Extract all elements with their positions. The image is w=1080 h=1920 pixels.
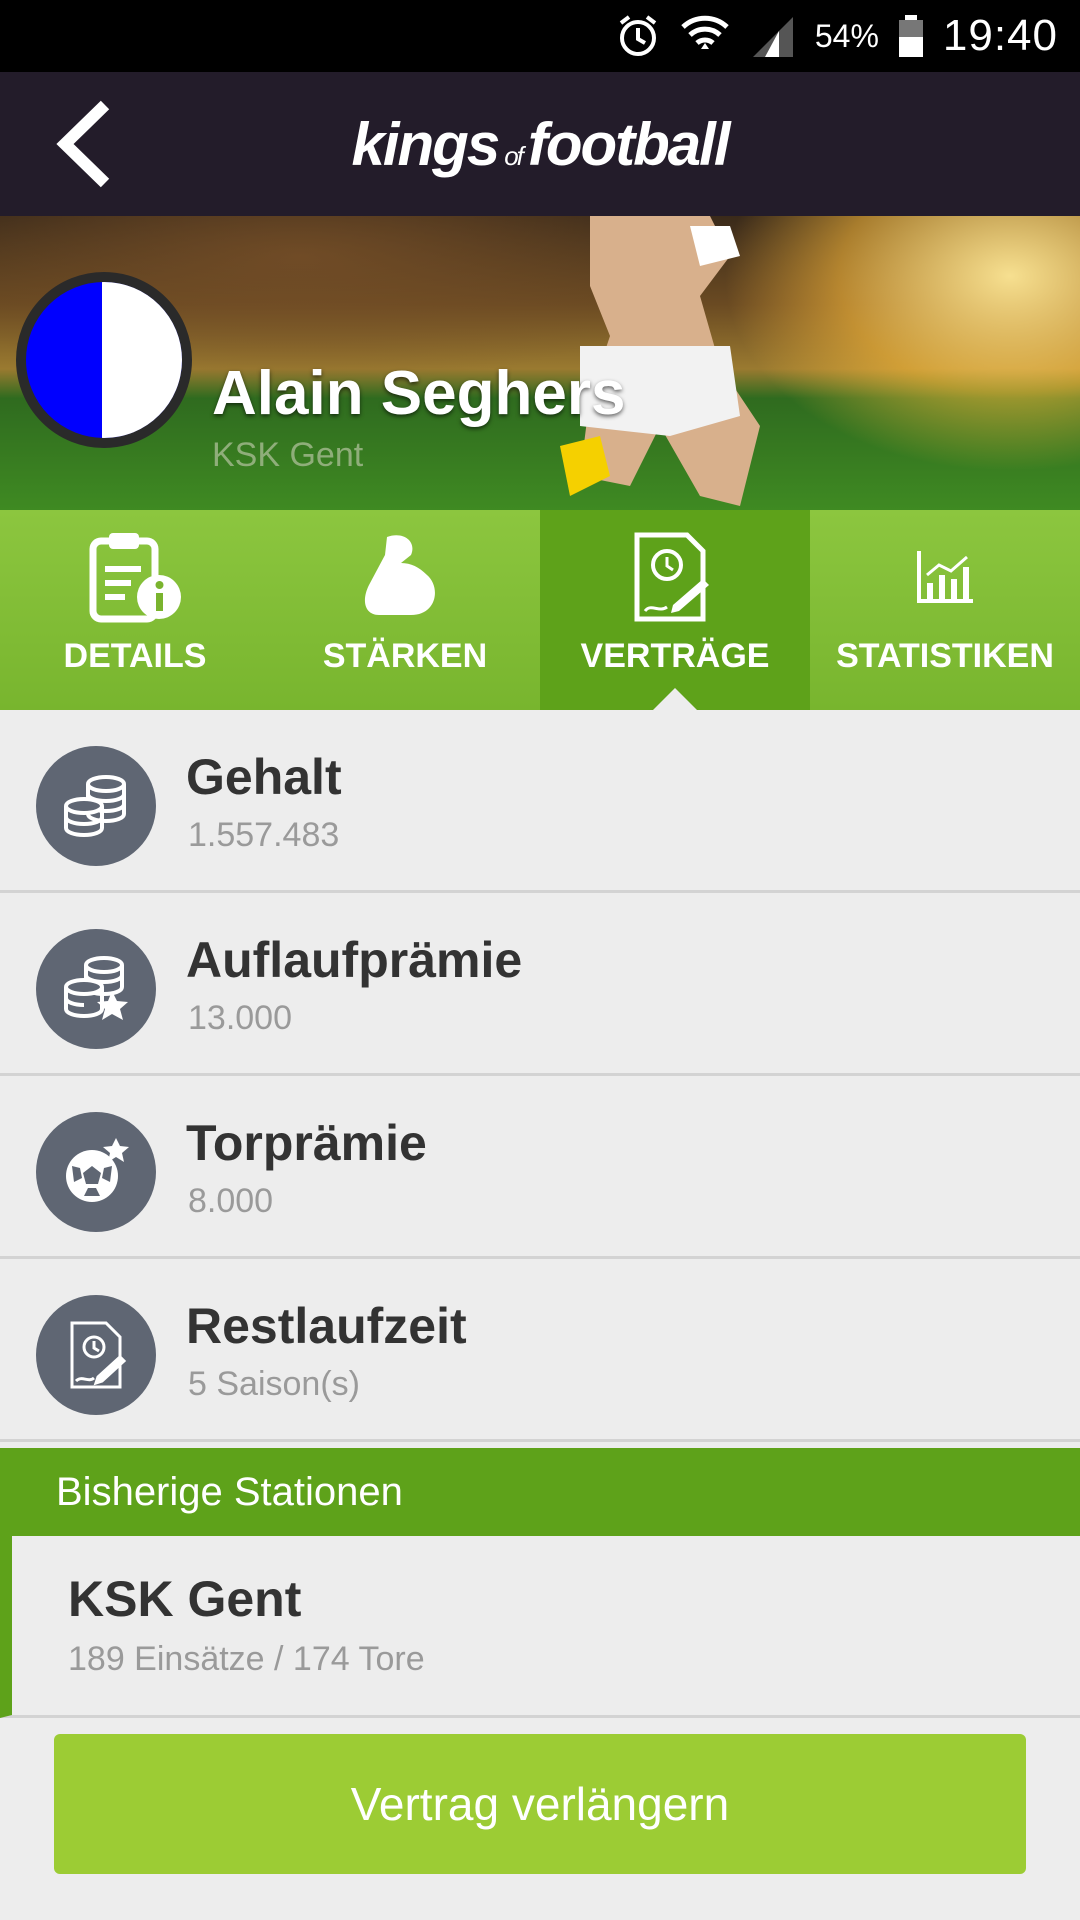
contract-value: 13.000 (188, 999, 292, 1037)
tab-details-label: DETAILS (63, 637, 207, 675)
station-stats: 189 Einsätze / 174 Tore (68, 1640, 425, 1678)
brand-word-kings: kings (351, 110, 500, 178)
clock: 19:40 (942, 11, 1058, 60)
contract-row-gehalt: Gehalt 1.557.483 (0, 710, 1080, 893)
contract-list: Gehalt 1.557.483 Auflaufprämie 13.000 To… (0, 710, 1080, 1442)
tab-vertraege-label: VERTRÄGE (580, 637, 770, 675)
club-crest (16, 272, 192, 448)
battery-percent: 54% (814, 17, 879, 54)
tab-vertraege[interactable]: VERTRÄGE (540, 510, 810, 710)
contract-row-auflaufpraemie: Auflaufprämie 13.000 (0, 893, 1080, 1076)
tab-bar: DETAILS STÄRKEN VERTRÄGE STATISTIKEN (0, 510, 1080, 710)
muscle-icon (357, 529, 453, 625)
tab-statistiken[interactable]: STATISTIKEN (810, 510, 1080, 710)
contract-icon (36, 1295, 156, 1415)
stations-heading: Bisherige Stationen (0, 1448, 1080, 1536)
player-club: KSK Gent (212, 436, 364, 474)
coins-star-icon (36, 929, 156, 1049)
extend-contract-button[interactable]: Vertrag verlängern (54, 1734, 1026, 1874)
station-club: KSK Gent (68, 1571, 302, 1627)
contract-value: 8.000 (188, 1182, 274, 1220)
chart-icon (915, 529, 975, 625)
brand-word-football: football (527, 110, 731, 178)
tab-staerken-label: STÄRKEN (322, 637, 488, 675)
contract-title: Torprämie (186, 1115, 427, 1171)
signal-icon (749, 13, 797, 59)
contract-title: Auflaufprämie (186, 932, 523, 988)
brand-word-of: of (504, 140, 524, 171)
contract-value: 5 Saison(s) (188, 1365, 360, 1403)
chevron-left-icon (56, 100, 110, 188)
tab-details[interactable]: DETAILS (0, 510, 270, 710)
brand-logo: kings of football (351, 110, 731, 179)
app-bar: kings of football (0, 72, 1080, 216)
contract-row-restlaufzeit: Restlaufzeit 5 Saison(s) (0, 1259, 1080, 1442)
status-bar: 54% 19:40 (0, 0, 1080, 72)
ball-star-icon (36, 1112, 156, 1232)
contract-value: 1.557.483 (188, 816, 340, 854)
battery-icon (897, 13, 925, 59)
contract-title: Gehalt (186, 749, 342, 805)
station-item: KSK Gent 189 Einsätze / 174 Tore (0, 1536, 1080, 1718)
player-name: Alain Seghers (212, 359, 626, 428)
contract-row-torpraemie: Torprämie 8.000 (0, 1076, 1080, 1259)
contract-title: Restlaufzeit (186, 1298, 467, 1354)
document-info-icon (87, 529, 183, 625)
tab-staerken[interactable]: STÄRKEN (270, 510, 540, 710)
contract-icon (627, 529, 723, 625)
tab-statistiken-label: STATISTIKEN (836, 637, 1054, 675)
coins-icon (36, 746, 156, 866)
back-button[interactable] (38, 96, 128, 192)
alarm-icon (615, 13, 661, 59)
wifi-icon (679, 13, 731, 59)
